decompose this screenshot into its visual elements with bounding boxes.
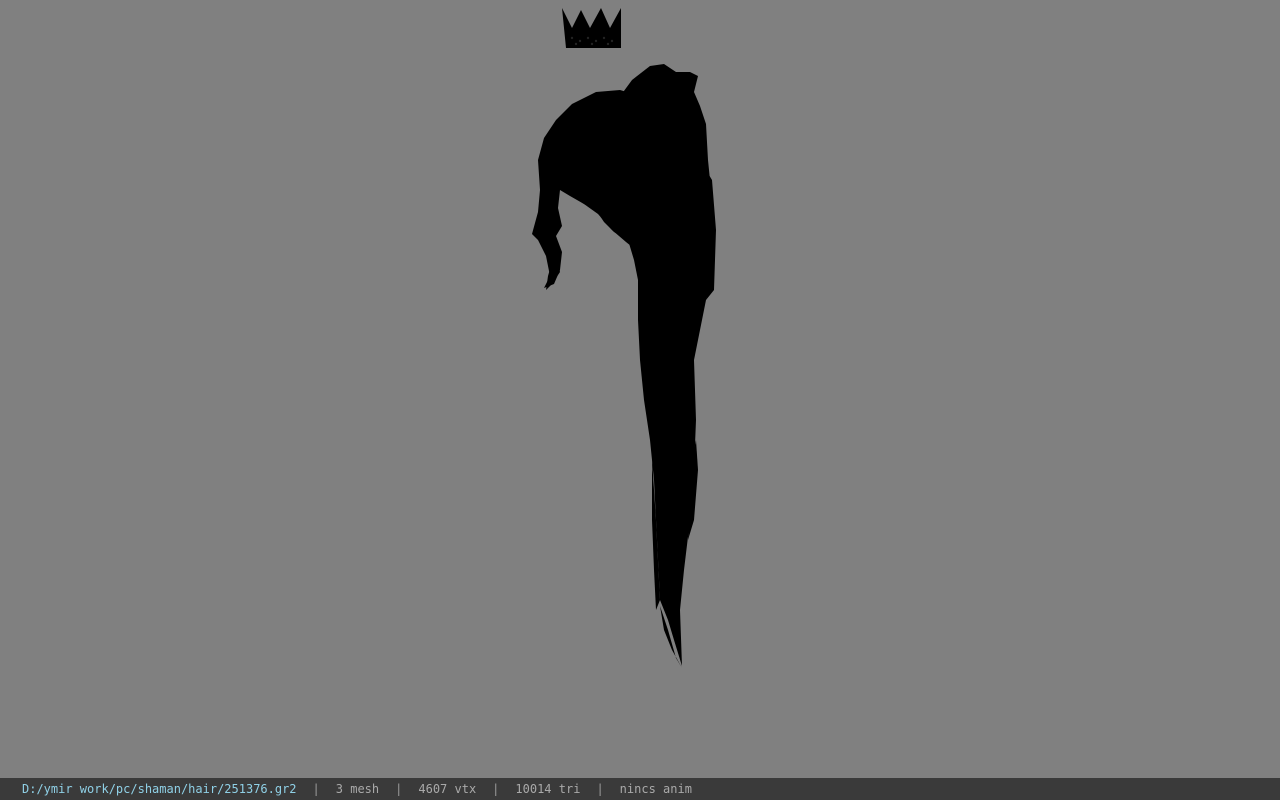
anim-status: nincs anim bbox=[619, 782, 692, 796]
vertex-count: 4607 vtx bbox=[418, 782, 477, 796]
file-path: D:/ymir work/pc/shaman/hair/251376.gr2 bbox=[22, 782, 297, 796]
hair-mesh bbox=[532, 64, 716, 668]
status-bar: D:/ymir work/pc/shaman/hair/251376.gr2 |… bbox=[0, 778, 1280, 800]
3d-viewport[interactable] bbox=[0, 0, 1280, 778]
model-render bbox=[532, 8, 716, 668]
separator: | bbox=[312, 782, 320, 796]
separator: | bbox=[596, 782, 604, 796]
crown-icon[interactable] bbox=[562, 8, 621, 48]
mesh-count: 3 mesh bbox=[335, 782, 380, 796]
triangle-count: 10014 tri bbox=[515, 782, 581, 796]
separator: | bbox=[395, 782, 403, 796]
separator: | bbox=[492, 782, 500, 796]
